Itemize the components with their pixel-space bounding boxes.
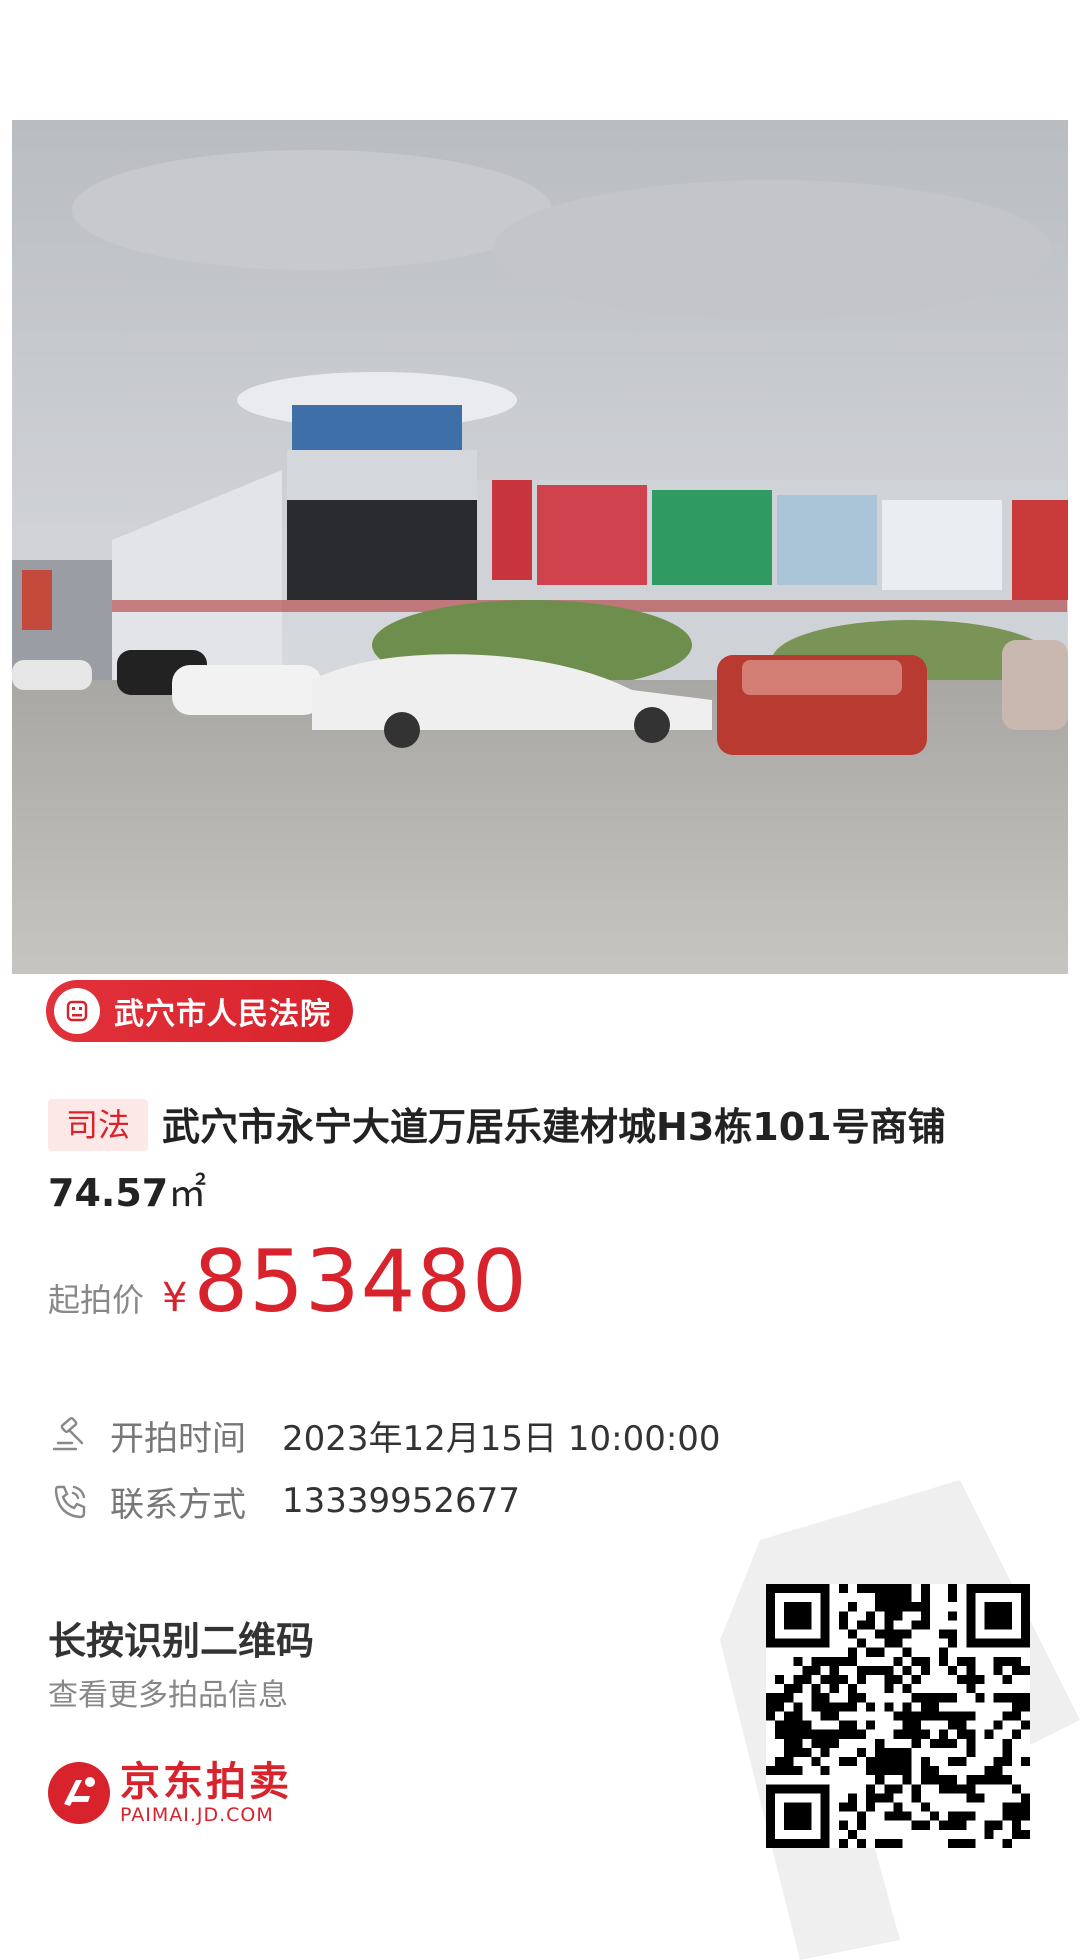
start-time-row: 开拍时间 2023年12月15日 10:00:00 bbox=[48, 1410, 721, 1460]
judicial-tag: 司法 bbox=[48, 1099, 149, 1151]
court-name: 武穴市人民法院 bbox=[114, 997, 331, 1032]
start-time-value: 2023年12月15日 10:00:00 bbox=[282, 1418, 721, 1459]
contact-label: 联系方式 bbox=[110, 1484, 246, 1525]
court-icon bbox=[54, 988, 100, 1034]
jd-auction-logo: 京东拍卖 PAIMAI.JD.COM bbox=[46, 1760, 292, 1826]
property-photo bbox=[12, 120, 1068, 974]
price-label: 起拍价 bbox=[48, 1281, 145, 1319]
area-unit: ㎡ bbox=[168, 1171, 207, 1215]
price-currency: ¥ bbox=[162, 1275, 188, 1321]
brand-name-cn: 京东拍卖 bbox=[120, 1759, 292, 1805]
phone-icon bbox=[54, 1485, 86, 1519]
court-badge: 武穴市人民法院 bbox=[46, 980, 353, 1042]
qr-hint-title: 长按识别二维码 bbox=[48, 1619, 315, 1663]
qr-code[interactable] bbox=[766, 1584, 1030, 1848]
jd-auction-icon bbox=[48, 1762, 110, 1824]
brand-name-en: PAIMAI.JD.COM bbox=[120, 1804, 274, 1826]
start-time-label: 开拍时间 bbox=[110, 1418, 246, 1459]
starting-price: 起拍价 ¥ 853480 bbox=[48, 1232, 528, 1332]
item-title: 司法 武穴市永宁大道万居乐建材城H3栋101号商铺 74.57㎡ bbox=[48, 1094, 1008, 1226]
gavel-icon bbox=[52, 1417, 84, 1451]
price-value: 853480 bbox=[193, 1232, 528, 1332]
contact-row: 联系方式 13339952677 bbox=[48, 1476, 520, 1526]
contact-value[interactable]: 13339952677 bbox=[282, 1481, 520, 1521]
qr-hint-subtitle: 查看更多拍品信息 bbox=[48, 1678, 288, 1713]
